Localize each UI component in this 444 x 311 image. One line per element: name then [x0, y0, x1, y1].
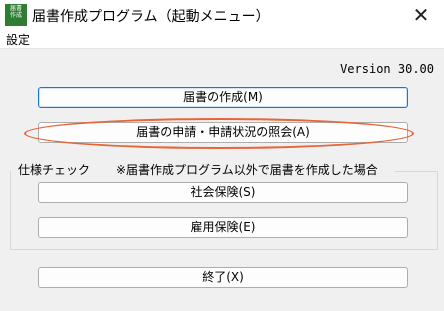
title-bar: 届書 作成 届書作成プログラム（起動メニュー） ✕ — [0, 0, 444, 30]
spec-check-title: 仕様チェック — [18, 163, 91, 177]
app-icon: 届書 作成 — [5, 4, 27, 26]
menu-settings[interactable]: 設定 — [6, 31, 30, 48]
app-icon-line-1: 届書 — [9, 5, 22, 12]
employment-insurance-button[interactable]: 雇用保険(E) — [38, 217, 408, 238]
group-border-top — [395, 171, 438, 172]
application-inquiry-button[interactable]: 届書の申請・申請状況の照会(A) — [38, 122, 408, 143]
exit-button[interactable]: 終了(X) — [38, 267, 408, 288]
window-title: 届書作成プログラム（起動メニュー） — [32, 9, 270, 25]
spec-check-note: ※届書作成プログラム以外で届書を作成した場合 — [116, 163, 378, 177]
social-insurance-button[interactable]: 社会保険(S) — [38, 182, 408, 203]
app-icon-line-2: 作成 — [9, 12, 22, 19]
close-icon[interactable]: ✕ — [398, 0, 444, 30]
menu-bar: 設定 — [0, 30, 444, 49]
create-notification-button[interactable]: 届書の作成(M) — [38, 87, 408, 108]
version-label: Version 30.00 — [340, 62, 434, 76]
